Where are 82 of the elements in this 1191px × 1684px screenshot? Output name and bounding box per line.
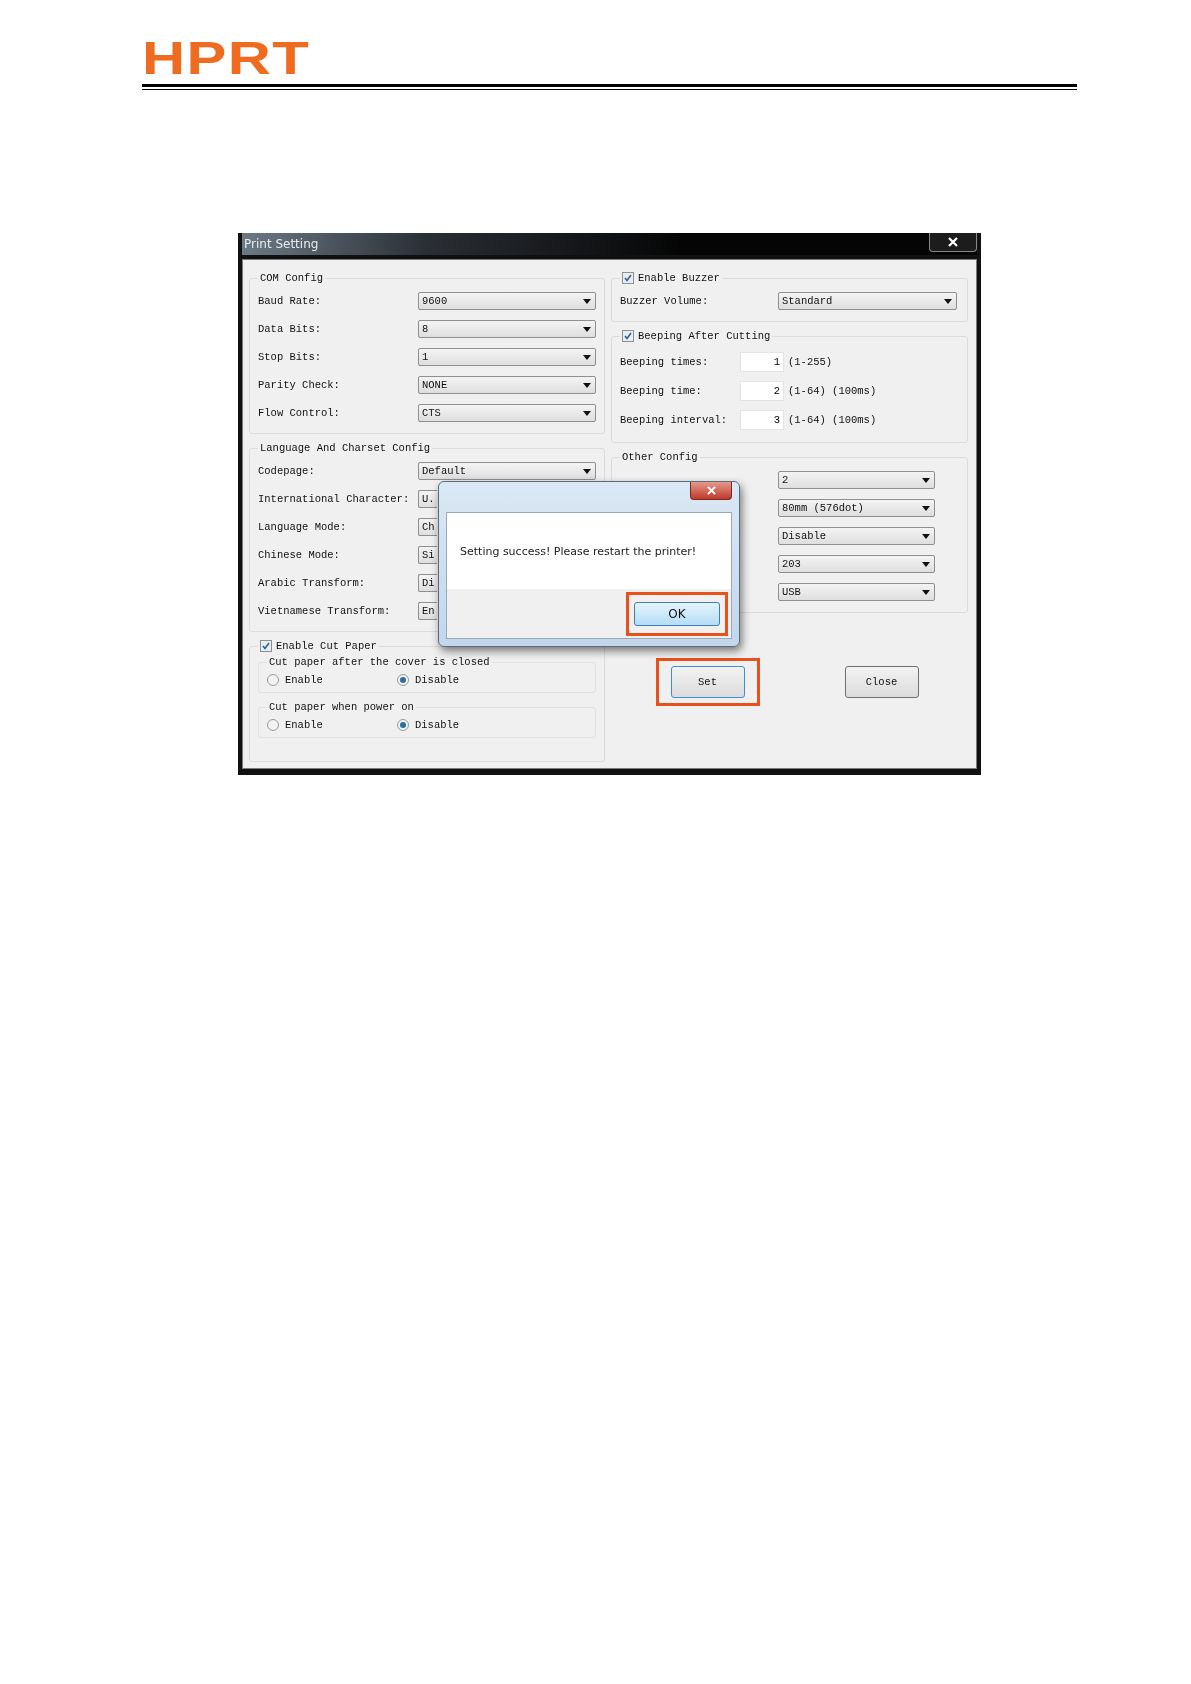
dialog-button[interactable]: Close	[844, 665, 919, 698]
field-label: Baud Rate:	[258, 295, 322, 307]
dropdown[interactable]: Disable	[778, 527, 935, 545]
dropdown[interactable]: Di	[418, 574, 437, 592]
dropdown-arrow-icon	[583, 410, 591, 416]
dropdown-arrow-icon	[922, 561, 930, 567]
range-hint: (1-64) (100ms)	[788, 414, 877, 426]
number-field[interactable]: 3	[740, 410, 784, 430]
checkbox-label: Enable Cut Paper	[276, 640, 377, 652]
radio-button[interactable]	[397, 674, 409, 686]
radio-label: Disable	[415, 674, 460, 686]
dropdown-arrow-icon	[583, 354, 591, 360]
dropdown[interactable]: 8	[418, 320, 596, 338]
window-title: Print Setting	[243, 237, 319, 251]
checkbox-label: Beeping After Cutting	[638, 330, 771, 342]
check-icon	[624, 274, 632, 282]
close-button[interactable]	[690, 482, 732, 500]
field-label: Beeping time:	[620, 385, 703, 397]
group-title: Language And Charset Config	[260, 442, 431, 454]
dialog-button[interactable]: Set	[670, 665, 745, 698]
dropdown[interactable]: CTS	[418, 404, 596, 422]
checkbox[interactable]	[622, 330, 634, 342]
dropdown-arrow-icon	[583, 382, 591, 388]
dropdown[interactable]: USB	[778, 583, 935, 601]
field-label: Data Bits:	[258, 323, 322, 335]
check-icon	[624, 332, 632, 340]
field-label: Vietnamese Transform:	[258, 605, 392, 617]
dropdown[interactable]: 2	[778, 471, 935, 489]
field-label: Parity Check:	[258, 379, 341, 391]
message-text: Setting success! Please restart the printer!	[447, 513, 731, 589]
dropdown[interactable]: NONE	[418, 376, 596, 394]
close-icon	[948, 237, 958, 247]
dropdown-arrow-icon	[922, 505, 930, 511]
field-label: Chinese Mode:	[258, 549, 341, 561]
radio-button[interactable]	[267, 674, 279, 686]
range-hint: (1-64) (100ms)	[788, 385, 877, 397]
dropdown[interactable]: En	[418, 602, 437, 620]
field-label: Arabic Transform:	[258, 577, 367, 589]
dropdown[interactable]: 203	[778, 555, 935, 573]
close-button[interactable]	[929, 233, 977, 252]
dropdown-arrow-icon	[922, 477, 930, 483]
dropdown-arrow-icon	[583, 326, 591, 332]
check-icon	[262, 642, 270, 650]
field-label: Beeping times:	[620, 356, 710, 368]
number-field[interactable]: 2	[740, 381, 784, 401]
logo: HPRT	[142, 38, 310, 78]
dropdown[interactable]: Si	[418, 546, 437, 564]
dropdown[interactable]: 9600	[418, 292, 596, 310]
dropdown-arrow-icon	[944, 298, 952, 304]
field-label: Language Mode:	[258, 521, 348, 533]
dropdown[interactable]: Ch	[418, 518, 437, 536]
number-field[interactable]: 1	[740, 352, 784, 372]
group-title: Cut paper after the cover is closed	[269, 656, 490, 668]
checkbox-label: Enable Buzzer	[638, 272, 720, 284]
radio-label: Enable	[285, 674, 323, 686]
radio-button[interactable]	[397, 719, 409, 731]
dropdown[interactable]: Default	[418, 462, 596, 480]
dropdown-arrow-icon	[922, 589, 930, 595]
group-title: Cut paper when power on	[269, 701, 414, 713]
dropdown-arrow-icon	[922, 533, 930, 539]
dropdown-arrow-icon	[583, 468, 591, 474]
dropdown[interactable]: U.	[418, 490, 437, 508]
group-title: COM Config	[260, 272, 323, 284]
field-label: Beeping interval:	[620, 414, 729, 426]
range-hint: (1-255)	[788, 356, 833, 368]
checkbox[interactable]	[260, 640, 272, 652]
dropdown-arrow-icon	[583, 298, 591, 304]
field-label: Flow Control:	[258, 407, 341, 419]
dropdown[interactable]: 1	[418, 348, 596, 366]
dropdown[interactable]: 80mm (576dot)	[778, 499, 935, 517]
radio-label: Enable	[285, 719, 323, 731]
field-label: International Character:	[258, 493, 411, 505]
field-label: Buzzer Volume:	[620, 295, 710, 307]
field-label: Stop Bits:	[258, 351, 322, 363]
checkbox[interactable]	[622, 272, 634, 284]
ok-button[interactable]: OK	[634, 601, 720, 626]
radio-label: Disable	[415, 719, 460, 731]
field-label: Codepage:	[258, 465, 316, 477]
dropdown[interactable]: Standard	[778, 292, 957, 310]
radio-button[interactable]	[267, 719, 279, 731]
group-title: Other Config	[622, 451, 698, 463]
close-icon	[706, 486, 716, 495]
